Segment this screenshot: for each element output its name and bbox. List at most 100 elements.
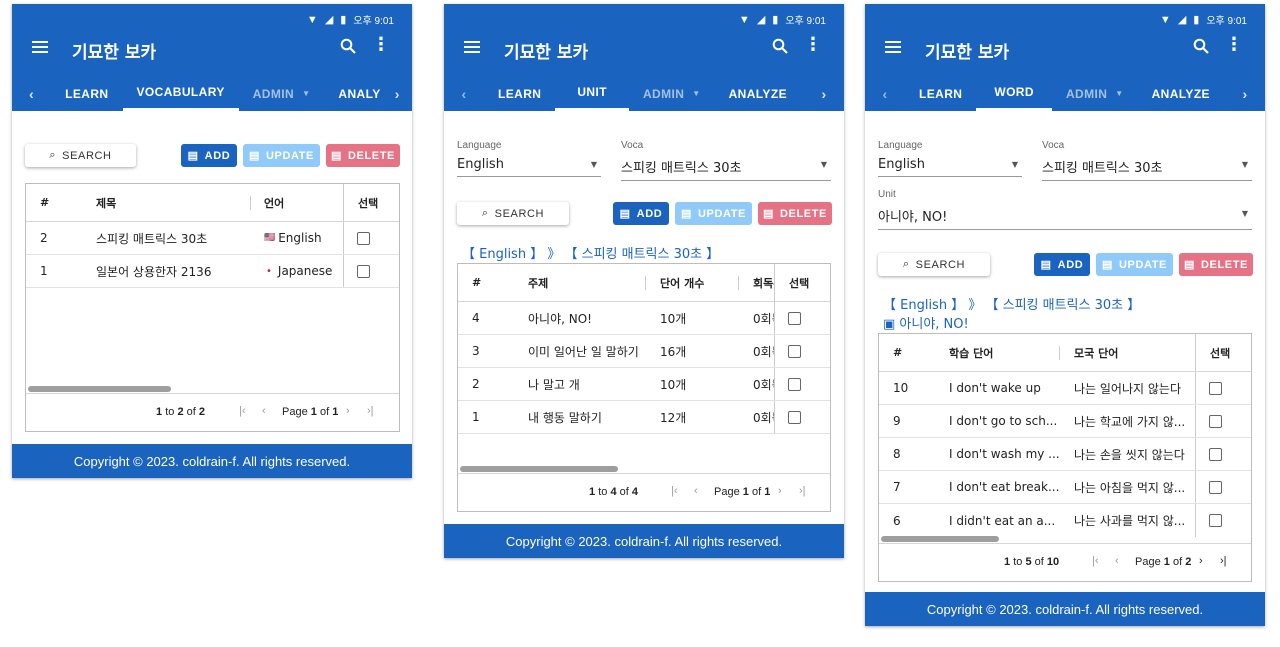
search-icon[interactable] [772,38,788,58]
table-row[interactable]: 8 I don't wash my ... 나는 손을 씻지 않는다 [879,438,1251,471]
next-page-button[interactable]: › [1199,555,1203,567]
col-select[interactable]: 선택 [1210,334,1230,371]
row-checkbox[interactable] [1209,514,1222,527]
last-page-button[interactable]: ›| [799,485,806,497]
next-page-button[interactable]: › [346,405,350,417]
first-page-button[interactable]: |‹ [239,405,246,417]
table-row[interactable]: 1 일본어 상용한자 2136 • Japanese [26,255,399,288]
language-select[interactable]: Language English ▼ [878,140,1022,177]
delete-button[interactable]: ▤ DELETE [326,144,400,167]
menu-icon[interactable] [464,41,480,53]
unit-select[interactable]: Unit 아니야, NO! ▼ [878,189,1252,230]
row-checkbox[interactable] [1209,480,1222,494]
col-reads[interactable]: 회독수 [753,264,775,301]
row-checkbox[interactable] [788,410,801,424]
voca-select[interactable]: Voca 스피킹 매트릭스 30초 ▼ [621,140,831,181]
col-num[interactable]: # [472,264,481,301]
add-button[interactable]: ▤ ADD [1034,253,1090,276]
table-row[interactable]: 7 I don't eat break... 나는 아침을 먹지 않... [879,471,1251,504]
chevron-left-icon[interactable]: ‹ [865,86,905,102]
first-page-button[interactable]: |‹ [671,485,678,497]
row-checkbox[interactable] [357,264,370,278]
col-word[interactable]: 학습 단어 [949,334,993,371]
table-row[interactable]: 4 아니야, NO! 10개 0회독 [458,302,830,335]
update-button[interactable]: ▤ UPDATE [1096,253,1173,276]
col-separator[interactable] [738,276,739,290]
prev-page-button[interactable]: ‹ [1115,555,1119,567]
search-icon[interactable] [1193,38,1209,58]
prev-page-button[interactable]: ‹ [694,485,698,497]
col-select[interactable]: 선택 [358,184,378,221]
col-num[interactable]: # [40,184,49,221]
table-row[interactable]: 10 I don't wake up 나는 일어나지 않는다 [879,372,1251,405]
tab-admin[interactable]: ADMIN ▼ [1052,76,1138,111]
col-lang[interactable]: 언어 [264,184,284,221]
language-select[interactable]: Language English ▼ [457,140,601,177]
chevron-right-icon[interactable]: › [804,86,844,102]
voca-select[interactable]: Voca 스피킹 매트릭스 30초 ▼ [1042,140,1252,181]
search-button[interactable]: ⌕ SEARCH [25,144,136,167]
tab-bar: ‹ LEARN WORD ADMIN ▼ ANALYZE › [865,76,1265,111]
last-page-button[interactable]: ›| [1220,555,1227,567]
table-row[interactable]: 1 내 행동 말하기 12개 0회독 [458,401,830,434]
table-row[interactable]: 2 스피킹 매트릭스 30초 🇺🇸 English [26,222,399,255]
col-topic[interactable]: 주제 [528,264,548,301]
table-row[interactable]: 2 나 말고 개 10개 0회독 [458,368,830,401]
col-separator[interactable] [645,276,646,290]
menu-icon[interactable] [885,41,901,53]
menu-icon[interactable] [32,41,48,53]
horizontal-scrollbar[interactable] [28,386,171,392]
horizontal-scrollbar[interactable] [460,466,618,472]
col-separator[interactable] [250,196,251,210]
first-page-button[interactable]: |‹ [1092,555,1099,567]
next-page-button[interactable]: › [778,485,782,497]
row-checkbox[interactable] [1209,447,1222,461]
col-separator[interactable] [1059,346,1060,360]
tab-analyze[interactable]: ANALYZE [715,76,801,111]
search-icon[interactable] [340,38,356,58]
prev-page-button[interactable]: ‹ [262,405,266,417]
row-checkbox[interactable] [788,377,801,391]
pinned-cell [774,335,830,367]
search-button[interactable]: ⌕ SEARCH [457,202,569,225]
tab-admin[interactable]: ADMIN ▼ [239,76,325,111]
row-checkbox[interactable] [788,344,801,358]
tab-unit[interactable]: UNIT [555,76,629,111]
table-row[interactable]: 6 I didn't eat an a... 나는 사과를 먹지 않... [879,504,1251,537]
add-button[interactable]: ▤ ADD [181,144,237,167]
tab-learn[interactable]: LEARN [484,76,555,111]
more-vert-icon[interactable]: ⋮ [1225,36,1243,54]
chevron-right-icon[interactable]: › [383,86,412,102]
tab-analyze[interactable]: ANALYZE [1138,76,1224,111]
row-checkbox[interactable] [357,231,370,245]
delete-button[interactable]: ▤ DELETE [758,202,832,225]
col-count[interactable]: 단어 개수 [660,264,704,301]
col-num[interactable]: # [893,334,902,371]
more-vert-icon[interactable]: ⋮ [372,36,390,54]
chevron-right-icon[interactable]: › [1225,86,1265,102]
search-button[interactable]: ⌕ SEARCH [878,253,990,276]
more-vert-icon[interactable]: ⋮ [804,36,822,54]
chevron-left-icon[interactable]: ‹ [444,86,484,102]
horizontal-scrollbar[interactable] [881,536,999,542]
delete-button[interactable]: ▤ DELETE [1179,253,1253,276]
tab-learn[interactable]: LEARN [905,76,976,111]
update-button[interactable]: ▤ UPDATE [243,144,320,167]
col-native[interactable]: 모국 단어 [1074,334,1118,371]
last-page-button[interactable]: ›| [367,405,374,417]
tab-learn[interactable]: LEARN [51,76,122,111]
row-checkbox[interactable] [788,311,801,325]
col-title[interactable]: 제목 [96,184,116,221]
tab-word[interactable]: WORD [976,76,1052,111]
row-checkbox[interactable] [1209,414,1222,428]
table-row[interactable]: 3 이미 일어난 일 말하기 16개 0회독 [458,335,830,368]
chevron-left-icon[interactable]: ‹ [12,86,51,102]
col-select[interactable]: 선택 [789,264,809,301]
add-button[interactable]: ▤ ADD [613,202,669,225]
tab-admin[interactable]: ADMIN ▼ [629,76,715,111]
tab-vocabulary[interactable]: VOCABULARY [122,76,239,111]
row-checkbox[interactable] [1209,381,1222,395]
update-button[interactable]: ▤ UPDATE [675,202,752,225]
table-row[interactable]: 9 I don't go to sch... 나는 학교에 가지 않... [879,405,1251,438]
tab-analyze[interactable]: ANALY [324,76,382,111]
